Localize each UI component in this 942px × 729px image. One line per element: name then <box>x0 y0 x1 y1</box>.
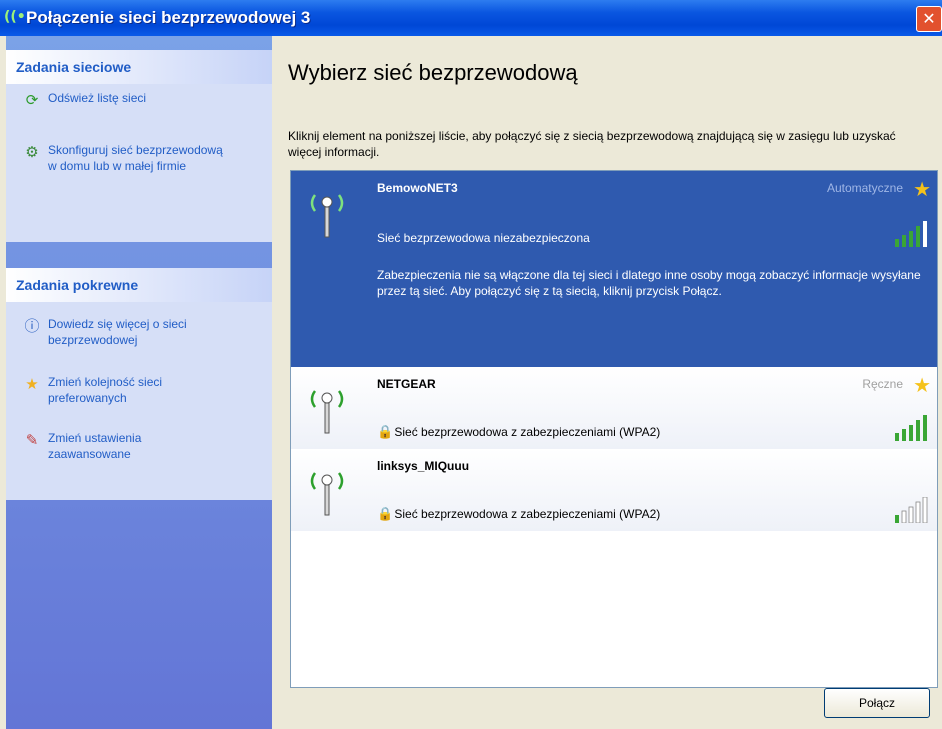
refresh-icon: ⟳ <box>25 91 39 109</box>
network-item-linksys[interactable]: linksys_MIQuuu 🔒 Sieć bezprzewodowa z za… <box>291 449 937 531</box>
star-icon: ★ <box>25 375 39 393</box>
task-label: Skonfiguruj sieć bezprzewodową w domu lu… <box>48 143 223 173</box>
security-label: Sieć bezprzewodowa z zabezpieczeniami (W… <box>394 507 661 521</box>
preferred-star-icon: ★ <box>913 177 931 201</box>
network-item-bemowonet3[interactable]: BemowoNET3 Automatyczne ★ Sieć bezprzewo… <box>291 171 937 367</box>
task-label: Odśwież listę sieci <box>48 91 147 105</box>
close-button[interactable]: ✕ <box>916 6 942 32</box>
network-item-netgear[interactable]: NETGEAR Ręczne ★ 🔒 Sieć bezprzewodowa z … <box>291 367 937 449</box>
signal-strength-icon <box>895 497 928 523</box>
network-tasks-heading: Zadania sieciowe <box>6 50 272 84</box>
network-list[interactable]: BemowoNET3 Automatyczne ★ Sieć bezprzewo… <box>290 170 938 688</box>
related-tasks-panel: Zadania pokrewne ⓘ Dowiedz się więcej o … <box>6 268 272 500</box>
signal-strength-icon <box>895 221 927 247</box>
window-title: Połączenie sieci bezprzewodowej 3 <box>26 8 311 27</box>
network-name: BemowoNET3 <box>377 181 458 195</box>
wireless-connection-window: ((• Połączenie sieci bezprzewodowej 3 ✕ … <box>0 0 942 729</box>
info-icon: ⓘ <box>24 317 40 335</box>
lock-icon: 🔒 <box>377 425 394 440</box>
page-title: Wybierz sieć bezprzewodową <box>288 60 578 85</box>
connection-mode: Automatyczne <box>826 181 903 195</box>
task-label: Dowiedz się więcej o sieci bezprzewodowe… <box>48 317 187 347</box>
wireless-network-icon: ((• <box>4 9 26 25</box>
settings-icon: ✎ <box>25 431 39 449</box>
instructions-text: Kliknij element na poniższej liście, aby… <box>288 129 896 159</box>
antenna-icon <box>310 390 344 434</box>
title-bar[interactable]: ((• Połączenie sieci bezprzewodowej 3 ✕ <box>0 0 942 36</box>
signal-strength-icon <box>895 415 927 441</box>
main-content: Wybierz sieć bezprzewodową Kliknij eleme… <box>274 36 942 729</box>
security-status: 🔒 Sieć bezprzewodowa z zabezpieczeniami … <box>377 425 660 440</box>
network-name: NETGEAR <box>377 377 436 391</box>
security-label: Sieć bezprzewodowa z zabezpieczeniami (W… <box>394 425 661 439</box>
task-sidebar: Zadania sieciowe ⟳ Odśwież listę sieci ⚙… <box>6 36 272 729</box>
related-tasks-heading: Zadania pokrewne <box>6 268 272 302</box>
task-label: Zmień ustawienia zaawansowane <box>48 431 142 461</box>
antenna-icon <box>310 472 344 516</box>
network-tasks-panel: Zadania sieciowe ⟳ Odśwież listę sieci ⚙… <box>6 50 272 242</box>
security-status: 🔒 Sieć bezprzewodowa z zabezpieczeniami … <box>377 507 660 522</box>
network-name: linksys_MIQuuu <box>377 459 470 473</box>
task-label: Zmień kolejność sieci preferowanych <box>48 375 163 405</box>
lock-icon: 🔒 <box>377 507 394 522</box>
connect-button[interactable]: Połącz <box>824 688 930 718</box>
security-status: Sieć bezprzewodowa niezabezpieczona <box>377 231 590 245</box>
network-description: Zabezpieczenia nie są włączone dla tej s… <box>377 268 921 298</box>
connection-mode: Ręczne <box>862 377 903 391</box>
antenna-icon <box>310 194 344 238</box>
preferred-star-icon: ★ <box>913 373 931 397</box>
setup-wizard-icon: ⚙ <box>25 143 39 161</box>
